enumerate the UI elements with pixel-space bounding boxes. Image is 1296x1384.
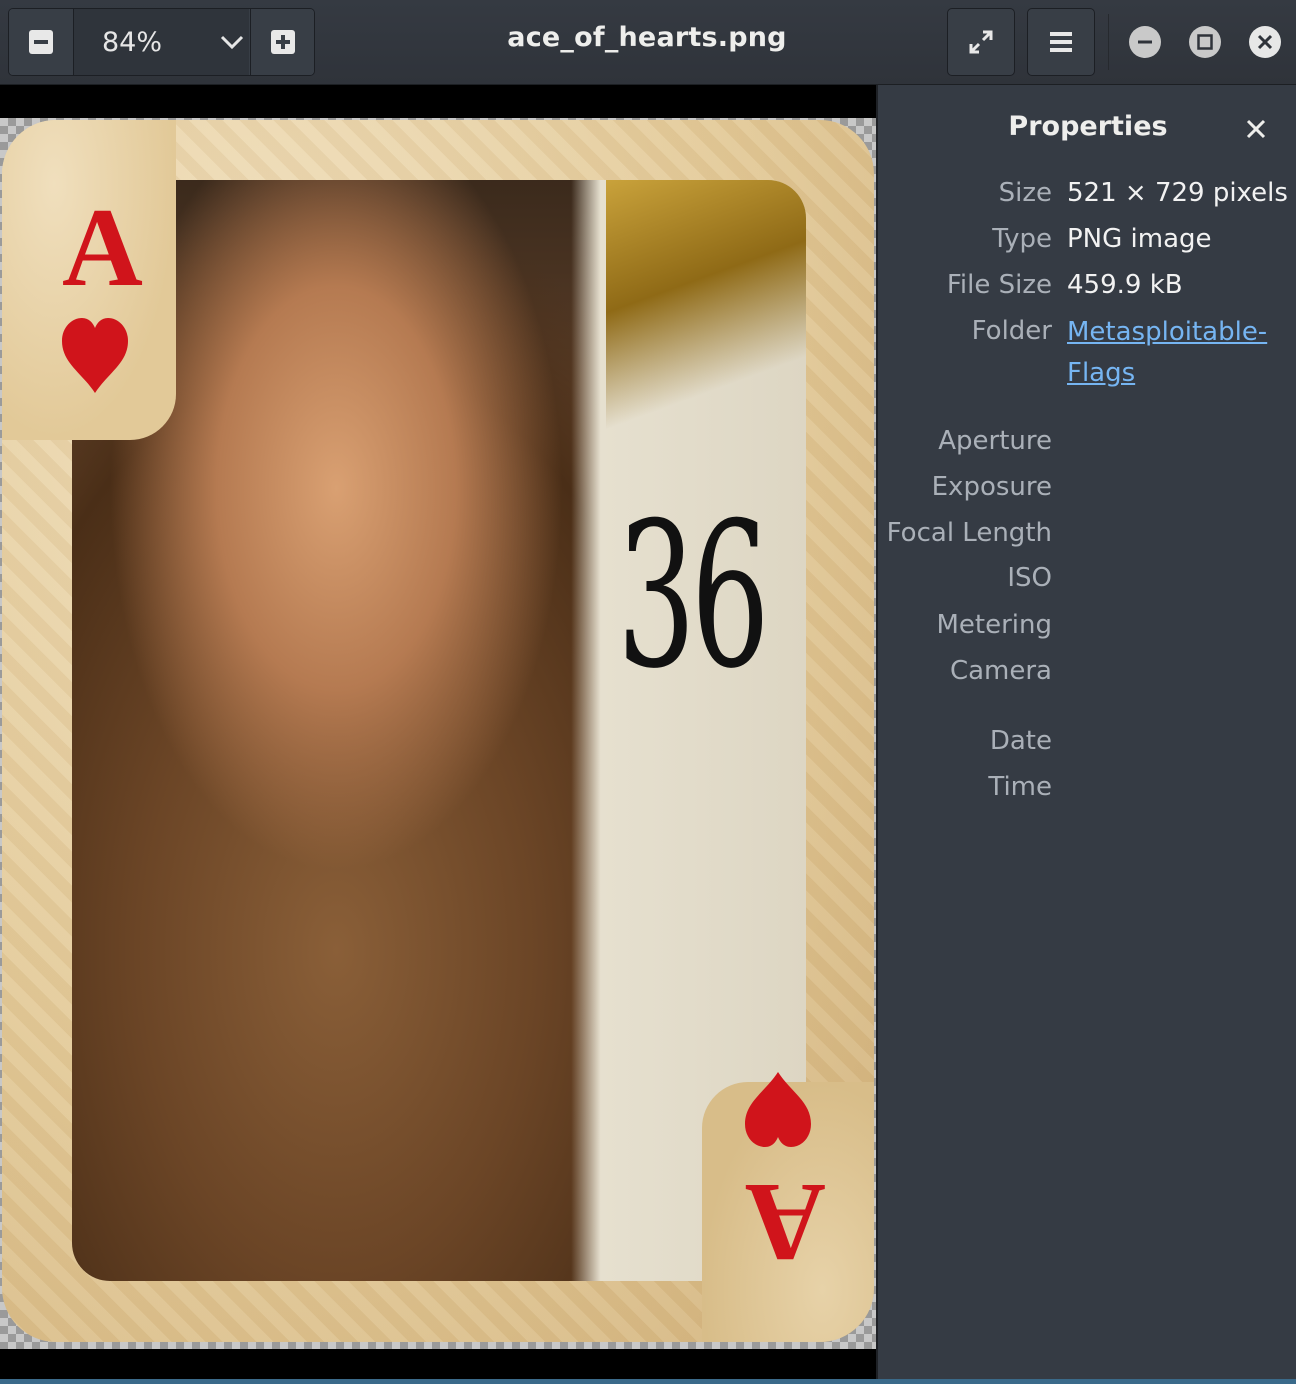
window-close-button[interactable] [1249,26,1281,58]
focal-length-label: Focal Length [886,518,1052,548]
image-canvas[interactable]: 36 A A [0,85,876,1379]
folder-label: Folder [971,316,1052,346]
zoom-control-group: 84% [8,8,315,76]
type-value: PNG image [1067,224,1212,254]
maximize-button[interactable] [1189,26,1221,58]
camera-label: Camera [949,656,1052,686]
file-size-value: 459.9 kB [1067,270,1183,300]
metering-label: Metering [936,610,1052,640]
exposure-label: Exposure [931,472,1052,502]
bottle-foil [606,180,806,440]
hamburger-menu-icon [1050,32,1072,52]
card-photo: 36 [72,180,806,1281]
maximize-icon [1197,34,1213,50]
minimize-icon [1138,40,1152,44]
zoom-level-value: 84% [102,26,163,58]
menu-button[interactable] [1027,8,1095,76]
header-bar: 84% ace_of_hearts.png [0,0,1296,85]
fullscreen-button[interactable] [947,8,1015,76]
heart-suit-icon [62,318,128,393]
header-separator [1108,14,1109,70]
zoom-out-button[interactable] [9,9,73,75]
date-label: Date [989,726,1052,756]
heart-suit-icon [745,1072,811,1147]
card-rank-top: A [62,186,143,310]
window-bottom-edge [0,1379,1296,1384]
folder-link[interactable]: Metasploitable-Flags [1067,312,1292,394]
zoom-in-button[interactable] [250,9,314,75]
size-value: 521 × 729 pixels [1067,178,1288,208]
minus-icon [29,30,53,54]
bottle-label-number: 36 [617,480,770,713]
type-label: Type [992,224,1052,254]
chevron-down-icon [220,35,244,50]
image-viewer-window: 84% ace_of_hearts.png 36 A A Properties … [0,0,1296,1384]
size-label: Size [998,178,1052,208]
window-title: ace_of_hearts.png [507,22,787,53]
close-icon[interactable] [1244,117,1268,141]
close-icon [1257,34,1273,50]
playing-card-image: 36 A A [2,120,874,1342]
properties-sidebar: Properties Size 521 × 729 pixels Type PN… [876,85,1296,1379]
properties-title: Properties [1008,111,1168,142]
minimize-button[interactable] [1129,26,1161,58]
card-rank-bottom: A [745,1160,826,1284]
zoom-level-dropdown[interactable]: 84% [73,9,249,75]
aperture-label: Aperture [938,426,1052,456]
plus-icon [270,30,295,54]
fullscreen-icon [969,30,993,54]
time-label: Time [988,772,1052,802]
file-size-label: File Size [946,270,1052,300]
iso-label: ISO [1007,563,1052,593]
